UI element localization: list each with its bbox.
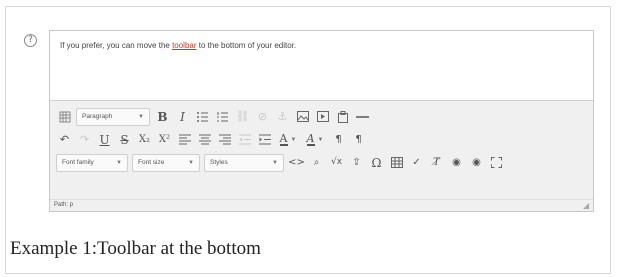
rich-text-editor: If you prefer, you can move the toolbar … xyxy=(49,30,594,212)
content-text-after: to the bottom of your editor. xyxy=(196,41,297,50)
outdent-icon[interactable] xyxy=(236,131,253,149)
bold-label: B xyxy=(157,109,168,124)
chevron-down-icon: ▼ xyxy=(116,159,122,166)
resize-handle-icon[interactable]: ◢ xyxy=(583,202,591,210)
chevron-down-icon: ▼ xyxy=(188,159,194,166)
font-family-dropdown[interactable]: Font family ▼ xyxy=(56,153,128,172)
horizontal-rule-icon[interactable] xyxy=(354,108,371,126)
indent-icon[interactable] xyxy=(256,131,273,149)
bold-button[interactable]: B xyxy=(154,108,171,126)
screenreader-helper-icon[interactable]: ◉ xyxy=(468,154,485,172)
show-more-icon[interactable] xyxy=(56,108,73,126)
chevron-down-icon: ▼ xyxy=(138,113,144,120)
paragraph-format-dropdown[interactable]: Paragraph ▼ xyxy=(76,107,150,126)
source-code-icon[interactable]: <> xyxy=(288,154,305,172)
editor-statusbar: Path: p ◢ xyxy=(50,199,593,211)
toolbar-row-1: Paragraph ▼ B I ⛓ ⊘ ⚓ xyxy=(56,106,587,127)
italic-button[interactable]: I xyxy=(174,108,191,126)
font-size-label: Font size xyxy=(138,159,165,166)
underline-button[interactable]: U xyxy=(96,131,113,149)
highlight-color-picker[interactable]: A ▼ xyxy=(303,131,327,149)
equation-editor-icon[interactable]: √x xyxy=(328,154,345,172)
subscript-button[interactable]: X₂ xyxy=(136,131,153,149)
fullscreen-icon[interactable] xyxy=(488,154,505,172)
subscript-label: X₂ xyxy=(138,134,151,145)
italic-label: I xyxy=(180,109,185,124)
special-character-button[interactable]: Ω xyxy=(368,154,385,172)
help-icon[interactable]: ? xyxy=(24,34,37,47)
chevron-down-icon: ▼ xyxy=(272,159,278,166)
accessibility-checker-icon[interactable]: ◉ xyxy=(448,154,465,172)
ltr-direction-icon[interactable]: ¶ xyxy=(330,131,347,149)
styles-dropdown[interactable]: Styles ▼ xyxy=(204,153,284,172)
editor-content-area[interactable]: If you prefer, you can move the toolbar … xyxy=(50,31,593,101)
underline-label: U xyxy=(99,132,110,147)
font-size-dropdown[interactable]: Font size ▼ xyxy=(132,153,200,172)
chevron-down-icon: ▼ xyxy=(317,136,324,143)
spellcheck-icon[interactable]: ✓ xyxy=(408,154,425,172)
figure-caption: Example 1:Toolbar at the bottom xyxy=(10,238,261,259)
align-left-icon[interactable] xyxy=(176,131,193,149)
clear-formatting-icon[interactable]: T̸ xyxy=(428,154,445,172)
superscript-button[interactable]: X² xyxy=(156,131,173,149)
bullet-list-icon[interactable] xyxy=(194,108,211,126)
unlink-icon[interactable]: ⊘ xyxy=(254,108,271,126)
undo-icon[interactable]: ↶ xyxy=(56,131,73,149)
anchor-icon[interactable]: ⚓ xyxy=(274,108,291,126)
align-right-icon[interactable] xyxy=(216,131,233,149)
font-color-picker[interactable]: A ▼ xyxy=(276,131,300,149)
redo-icon[interactable]: ↷ xyxy=(76,131,93,149)
rtl-direction-icon[interactable]: ¶ xyxy=(350,131,367,149)
font-family-label: Font family xyxy=(62,159,94,166)
chevron-down-icon: ▼ xyxy=(290,136,297,143)
element-path: Path: p xyxy=(54,202,74,208)
content-underlined-word: toolbar xyxy=(172,41,197,50)
content-text-before: If you prefer, you can move the xyxy=(60,41,173,50)
toolbar-row-2: ↶ ↷ U S X₂ X² A ▼ A ▼ ¶ ¶ xyxy=(56,129,587,150)
example-frame: ? If you prefer, you can move the toolba… xyxy=(5,6,611,274)
strikethrough-button[interactable]: S xyxy=(116,131,133,149)
superscript-label: X² xyxy=(158,134,171,145)
table-icon[interactable] xyxy=(388,154,405,172)
find-replace-icon[interactable]: ⌕ xyxy=(308,154,325,172)
align-center-icon[interactable] xyxy=(196,131,213,149)
highlight-color-label: A xyxy=(306,132,315,146)
strikethrough-label: S xyxy=(120,132,129,147)
insert-file-icon[interactable]: ⇪ xyxy=(348,154,365,172)
link-icon[interactable]: ⛓ xyxy=(234,108,251,126)
special-character-label: Ω xyxy=(371,155,382,170)
manage-files-icon[interactable] xyxy=(334,108,351,126)
styles-label: Styles xyxy=(210,159,228,166)
paragraph-format-label: Paragraph xyxy=(82,113,113,120)
image-icon[interactable] xyxy=(294,108,311,126)
editor-toolbar: Paragraph ▼ B I ⛓ ⊘ ⚓ ↶ ↷ U S X₂ X² A ▼ … xyxy=(50,101,593,201)
media-icon[interactable] xyxy=(314,108,331,126)
toolbar-row-3: Font family ▼ Font size ▼ Styles ▼ <> ⌕ … xyxy=(56,152,587,173)
numbered-list-icon[interactable] xyxy=(214,108,231,126)
font-color-label: A xyxy=(279,132,288,146)
